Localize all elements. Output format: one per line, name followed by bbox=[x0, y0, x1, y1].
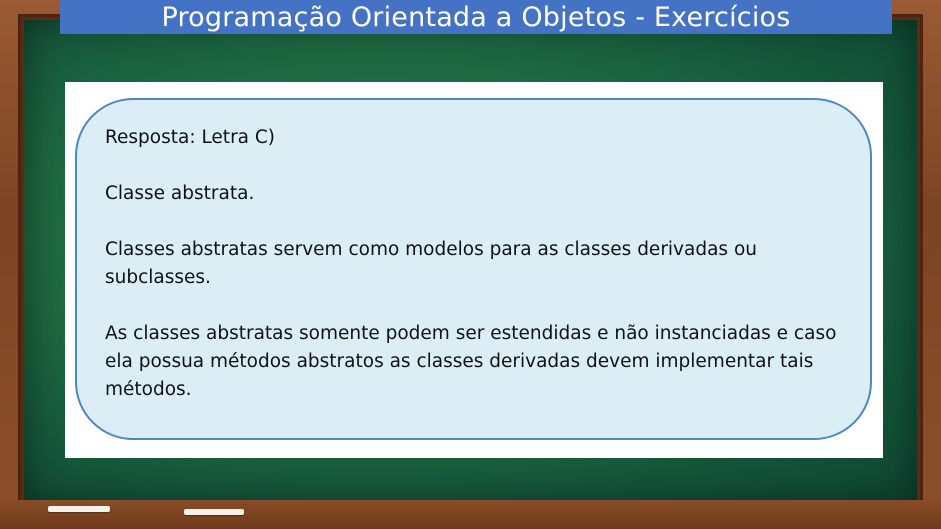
chalk-piece-right bbox=[184, 509, 244, 515]
answer-concept: Classe abstrata. bbox=[105, 183, 255, 204]
chalk-ledge bbox=[0, 500, 941, 529]
content-panel: Resposta: Letra C) Classe abstrata. Clas… bbox=[65, 82, 883, 458]
slide-title: Programação Orientada a Objetos - Exercí… bbox=[60, 0, 892, 34]
chalkboard-frame: Programação Orientada a Objetos - Exercí… bbox=[0, 0, 941, 529]
answer-heading: Resposta: Letra C) bbox=[105, 127, 276, 148]
chalk-piece-left bbox=[48, 506, 110, 512]
answer-bubble: Resposta: Letra C) Classe abstrata. Clas… bbox=[75, 98, 872, 440]
answer-paragraph-2: As classes abstratas somente podem ser e… bbox=[105, 323, 837, 400]
answer-paragraph-1: Classes abstratas servem como modelos pa… bbox=[105, 239, 757, 288]
